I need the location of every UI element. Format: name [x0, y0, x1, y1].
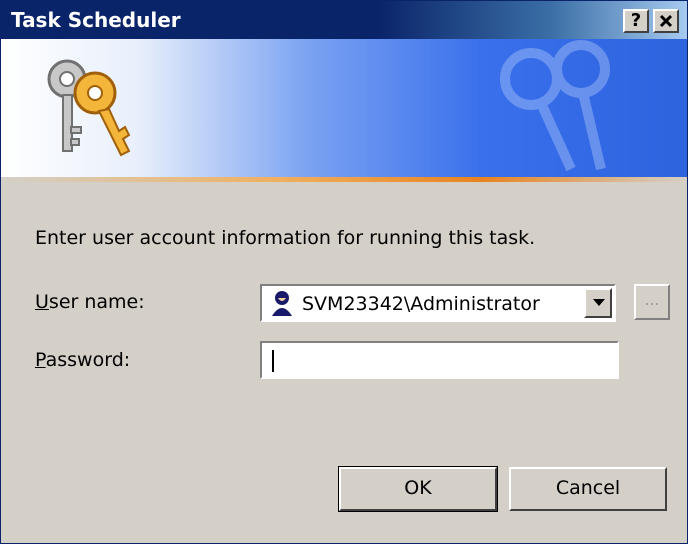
ok-button[interactable]: OK — [338, 466, 498, 512]
browse-user-button[interactable]: ... — [634, 284, 670, 320]
banner-divider — [1, 177, 687, 182]
password-label: Password: — [35, 349, 130, 371]
username-label-mnemonic: U — [35, 291, 49, 313]
close-icon — [659, 14, 673, 28]
close-button[interactable] — [653, 9, 679, 33]
watermark-keys-icon — [500, 40, 610, 172]
task-scheduler-dialog: Task Scheduler ? Enter user account info… — [0, 0, 688, 544]
help-button[interactable]: ? — [623, 9, 649, 33]
username-label-rest: ser name: — [48, 291, 145, 313]
username-label: User name: — [35, 291, 145, 313]
window-title: Task Scheduler — [11, 8, 181, 32]
password-field[interactable] — [260, 341, 619, 379]
username-dropdown-button[interactable] — [584, 288, 612, 318]
password-label-rest: assword: — [45, 349, 131, 371]
user-icon — [272, 291, 292, 316]
username-value: SVM23342\Administrator — [302, 293, 540, 315]
username-combobox[interactable]: SVM23342\Administrator — [260, 284, 616, 322]
title-bar[interactable]: Task Scheduler ? — [1, 1, 687, 39]
keys-icon — [47, 59, 131, 157]
header-banner — [1, 39, 687, 177]
text-cursor — [272, 350, 274, 372]
cancel-button[interactable]: Cancel — [509, 467, 667, 511]
password-label-mnemonic: P — [35, 349, 46, 371]
chevron-down-icon — [593, 299, 605, 306]
instruction-text: Enter user account information for runni… — [35, 227, 536, 249]
